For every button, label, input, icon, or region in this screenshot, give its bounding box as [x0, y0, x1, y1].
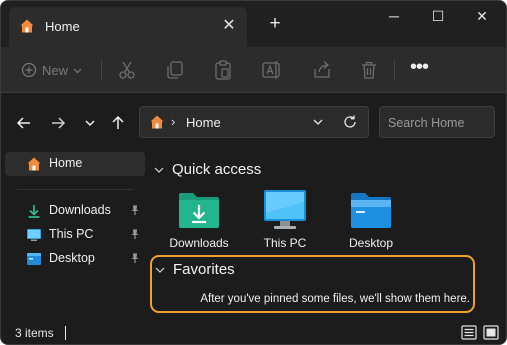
- computer-icon: [264, 190, 306, 229]
- details-view-icon[interactable]: [461, 325, 477, 340]
- paste-button[interactable]: [210, 57, 236, 83]
- sidebar-item-label: Home: [49, 156, 83, 170]
- chevron-down-icon: [155, 267, 165, 273]
- rename-icon: [262, 61, 280, 79]
- arrow-up-icon: [112, 115, 124, 129]
- copy-button[interactable]: [162, 57, 188, 83]
- share-icon: [314, 61, 330, 78]
- tab-title: Home: [45, 19, 80, 34]
- plus-circle-icon: [21, 62, 37, 78]
- quick-access-header[interactable]: Quick access: [153, 161, 261, 178]
- command-divider: [101, 59, 102, 81]
- file-explorer-window: Home ✕ + ─ ☐ ✕ New ••• › Home Search Hom…: [0, 0, 507, 345]
- address-row: › Home Search Home: [1, 93, 506, 151]
- quick-access-item[interactable]: This PC: [245, 189, 325, 251]
- new-button[interactable]: New: [21, 60, 82, 80]
- close-window-button[interactable]: ✕: [459, 1, 505, 33]
- quick-access-label: This PC: [263, 236, 307, 250]
- sidebar-item-home[interactable]: Home: [5, 152, 145, 176]
- paste-icon: [215, 60, 231, 80]
- recent-locations-button[interactable]: [81, 114, 99, 132]
- navigation-pane: Home Downloads This PC Desktop: [1, 151, 147, 321]
- rename-button[interactable]: [258, 57, 284, 83]
- quick-access-item[interactable]: Desktop: [331, 189, 411, 251]
- command-divider: [394, 59, 395, 81]
- chevron-down-icon: [85, 120, 95, 127]
- chevron-down-icon[interactable]: [311, 115, 325, 129]
- desktop-icon: [27, 253, 41, 265]
- chevron-down-icon: [73, 68, 82, 73]
- favorites-header[interactable]: Favorites: [154, 261, 235, 278]
- tiles-view-icon[interactable]: [483, 325, 499, 340]
- forward-button[interactable]: [49, 114, 67, 132]
- item-count: 3 items: [15, 326, 54, 340]
- sidebar-divider: [17, 189, 133, 190]
- pin-icon[interactable]: [129, 252, 141, 264]
- quick-access-label: Desktop: [348, 236, 394, 250]
- delete-icon: [362, 61, 376, 79]
- new-tab-button[interactable]: +: [265, 14, 285, 35]
- favorites-section: Favorites After you've pinned some files…: [150, 255, 475, 313]
- address-bar[interactable]: › Home: [139, 106, 369, 138]
- pin-icon[interactable]: [129, 228, 141, 240]
- refresh-icon[interactable]: [342, 114, 358, 130]
- delete-button[interactable]: [356, 57, 382, 83]
- status-divider: [65, 326, 66, 340]
- chevron-down-icon: [154, 167, 164, 173]
- cut-button[interactable]: [114, 57, 140, 83]
- up-button[interactable]: [109, 114, 127, 132]
- status-bar: 3 items: [1, 321, 506, 344]
- arrow-left-icon: [16, 117, 30, 129]
- tab-close-icon[interactable]: ✕: [219, 16, 239, 36]
- minimize-button[interactable]: ─: [371, 1, 417, 33]
- arrow-right-icon: [52, 117, 66, 129]
- quick-access-item[interactable]: Downloads: [159, 189, 239, 251]
- sidebar-item-label: Desktop: [49, 251, 95, 265]
- new-button-label: New: [42, 62, 69, 78]
- sidebar-item-this-pc[interactable]: This PC: [5, 223, 145, 247]
- sidebar-item-label: This PC: [49, 227, 94, 241]
- copy-icon: [167, 61, 183, 79]
- more-options-button[interactable]: •••: [406, 57, 432, 82]
- pin-icon[interactable]: [129, 204, 141, 216]
- breadcrumb-separator: ›: [171, 114, 176, 129]
- command-bar: New •••: [1, 47, 506, 93]
- home-icon: [27, 157, 41, 171]
- share-button[interactable]: [309, 57, 335, 83]
- back-button[interactable]: [15, 114, 33, 132]
- search-input[interactable]: Search Home: [379, 106, 495, 138]
- tab-home[interactable]: Home ✕: [9, 7, 247, 47]
- sidebar-item-downloads[interactable]: Downloads: [5, 199, 145, 223]
- downloads-icon: [28, 205, 40, 218]
- breadcrumb-home[interactable]: Home: [186, 115, 221, 130]
- content-area: Quick access Downloads This PC Desktop F…: [147, 151, 506, 321]
- computer-icon: [27, 229, 41, 241]
- favorites-empty-message: After you've pinned some files, we'll sh…: [200, 293, 470, 305]
- sidebar-item-label: Downloads: [49, 203, 111, 217]
- quick-access-label: Downloads: [169, 236, 229, 250]
- cut-icon: [119, 61, 135, 79]
- search-placeholder: Search Home: [388, 116, 465, 130]
- sidebar-item-desktop[interactable]: Desktop: [5, 247, 145, 271]
- home-icon: [150, 115, 164, 129]
- maximize-button[interactable]: ☐: [415, 1, 461, 33]
- home-icon: [20, 19, 34, 33]
- section-title: Quick access: [172, 161, 262, 178]
- desktop-folder-icon: [351, 193, 391, 228]
- section-title: Favorites: [173, 261, 235, 278]
- title-bar: Home ✕ + ─ ☐ ✕: [1, 1, 506, 47]
- downloads-folder-icon: [179, 193, 219, 228]
